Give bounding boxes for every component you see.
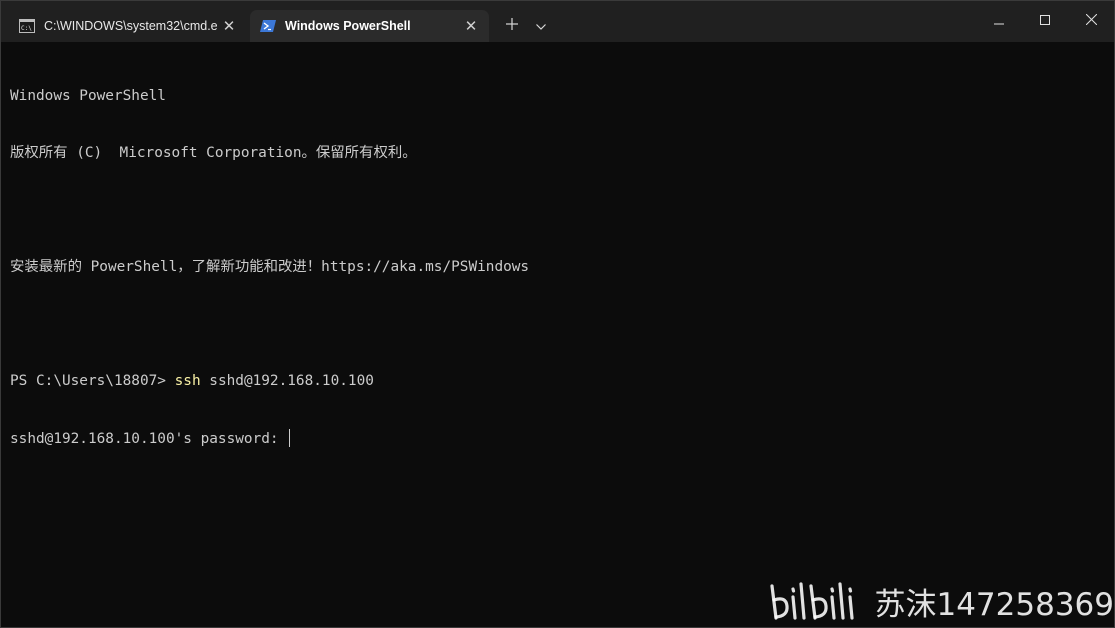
password-prompt: sshd@192.168.10.100's password:	[10, 431, 288, 447]
chevron-down-icon	[536, 17, 546, 35]
terminal-output[interactable]: Windows PowerShell 版权所有 (C) Microsoft Co…	[10, 49, 1104, 627]
command: ssh	[174, 373, 201, 389]
watermark: 苏沫147258369	[768, 579, 1114, 623]
powershell-icon	[260, 18, 276, 34]
watermark-text: 苏沫147258369	[874, 586, 1114, 623]
tab-dropdown-button[interactable]	[527, 10, 555, 42]
console-line: 版权所有 (C) Microsoft Corporation。保留所有权利。	[10, 145, 417, 161]
minimize-icon	[994, 12, 1004, 30]
close-icon[interactable]: ✕	[459, 14, 483, 38]
terminal-window: C:\ C:\WINDOWS\system32\cmd.exe ✕ Window…	[0, 0, 1115, 628]
minimize-button[interactable]	[976, 1, 1022, 41]
cmd-icon: C:\	[19, 18, 35, 34]
new-tab-button[interactable]	[497, 10, 527, 42]
console-line: Windows PowerShell	[10, 88, 166, 104]
bilibili-logo-icon	[768, 578, 868, 625]
tab-title: Windows PowerShell	[285, 19, 411, 33]
tab-powershell[interactable]: Windows PowerShell ✕	[250, 10, 489, 42]
tab-title: C:\WINDOWS\system32\cmd.exe	[44, 19, 217, 33]
maximize-icon	[1040, 12, 1050, 30]
command-line: PS C:\Users\18807> ssh sshd@192.168.10.1…	[10, 372, 1104, 391]
console-line: 安装最新的 PowerShell，了解新功能和改进！https://aka.ms…	[10, 259, 530, 275]
close-window-button[interactable]	[1068, 1, 1114, 41]
plus-icon	[506, 17, 518, 35]
text-cursor	[289, 429, 291, 447]
command-args: sshd@192.168.10.100	[200, 373, 374, 389]
prompt: PS C:\Users\18807>	[10, 373, 175, 389]
close-icon	[1085, 12, 1097, 30]
svg-text:C:\: C:\	[21, 25, 32, 32]
maximize-button[interactable]	[1022, 1, 1068, 41]
tab-cmd[interactable]: C:\ C:\WINDOWS\system32\cmd.exe ✕	[9, 10, 247, 42]
close-icon[interactable]: ✕	[217, 14, 241, 38]
title-bar: C:\ C:\WINDOWS\system32\cmd.exe ✕ Window…	[1, 1, 1114, 42]
password-line[interactable]: sshd@192.168.10.100's password:	[10, 429, 1104, 448]
